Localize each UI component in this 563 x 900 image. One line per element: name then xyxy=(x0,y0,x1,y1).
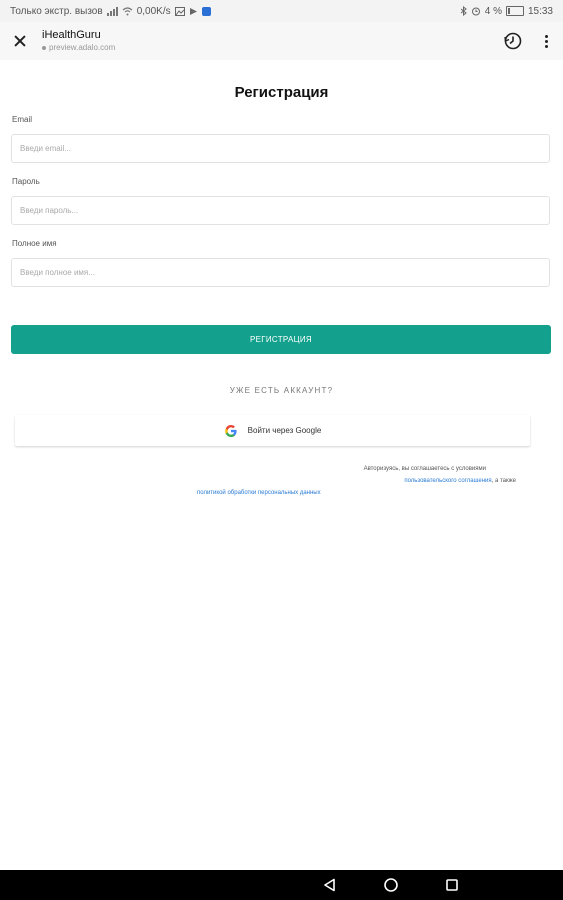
app-notification-icon xyxy=(201,6,211,16)
email-label: Email xyxy=(12,115,33,124)
register-button[interactable]: РЕГИСТРАЦИЯ xyxy=(11,325,551,354)
history-icon[interactable] xyxy=(503,31,523,51)
user-agreement-link[interactable]: пользовательского соглашения xyxy=(404,478,491,484)
wifi-icon xyxy=(122,6,133,15)
network-speed: 0,00K/s xyxy=(136,5,171,17)
bluetooth-icon xyxy=(460,6,467,16)
image-icon xyxy=(174,6,185,16)
full-name-label: Полное имя xyxy=(12,239,57,248)
battery-icon xyxy=(505,6,524,16)
alarm-icon xyxy=(471,7,480,16)
secure-icon xyxy=(42,45,46,50)
signal-icon xyxy=(106,6,118,16)
terms-prefix: Авторизуясь, вы соглашаетесь с условиями xyxy=(363,466,486,472)
back-icon[interactable] xyxy=(310,870,350,900)
site-info: iHealthGuru preview.adalo.com xyxy=(42,29,503,53)
navigation-bar xyxy=(0,870,563,900)
google-icon xyxy=(224,424,237,437)
recent-apps-icon[interactable] xyxy=(432,870,472,900)
have-account-link[interactable]: УЖЕ ЕСТЬ АККАУНТ? xyxy=(0,386,563,395)
close-icon[interactable] xyxy=(10,31,30,51)
play-icon xyxy=(189,7,197,15)
password-field[interactable] xyxy=(11,196,550,225)
status-right: 4 % 15:33 xyxy=(460,6,553,17)
google-login-button[interactable]: Войти через Google xyxy=(15,415,530,446)
terms-middle: , а также xyxy=(491,478,516,484)
site-title: iHealthGuru xyxy=(42,29,101,41)
google-button-label: Войти через Google xyxy=(247,426,322,435)
status-left: Только экстр. вызов 0,00K/s xyxy=(10,6,211,17)
terms-text: Авторизуясь, вы соглашаетесь с условиями… xyxy=(190,463,516,499)
site-url-text: preview.adalo.com xyxy=(49,43,116,52)
clock: 15:33 xyxy=(527,5,553,17)
status-bar: Только экстр. вызов 0,00K/s 4 % 15:33 xyxy=(0,0,563,22)
email-field[interactable] xyxy=(11,134,550,163)
privacy-policy-link[interactable]: политикой обработки персональных данных xyxy=(197,490,321,496)
carrier-text: Только экстр. вызов xyxy=(10,5,103,17)
battery-percent: 4 % xyxy=(484,5,502,17)
home-icon[interactable] xyxy=(371,870,411,900)
browser-toolbar: iHealthGuru preview.adalo.com xyxy=(0,22,563,60)
more-options-icon[interactable] xyxy=(539,31,553,51)
page-title: Регистрация xyxy=(234,84,329,101)
full-name-field[interactable] xyxy=(11,258,550,287)
site-url: preview.adalo.com xyxy=(42,42,503,53)
password-label: Пароль xyxy=(12,177,40,186)
